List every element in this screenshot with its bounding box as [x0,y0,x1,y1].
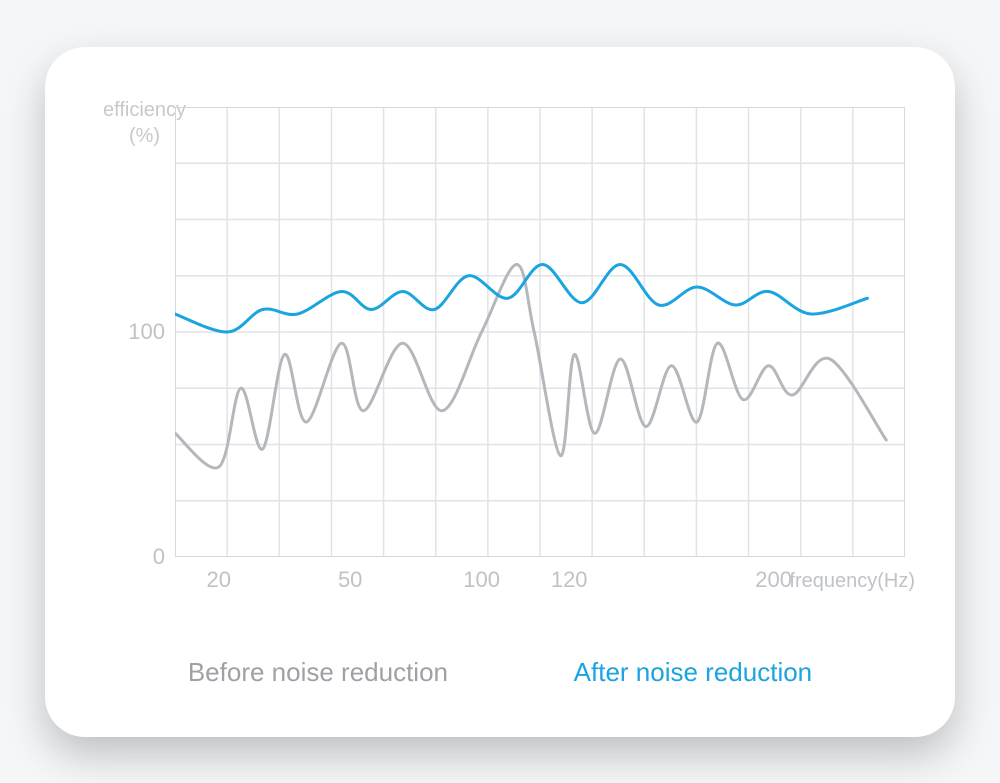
y-axis-label-line1: efficiency [103,99,186,121]
y-tick-100: 100 [115,319,165,345]
legend-before: Before noise reduction [188,657,448,688]
data-lines [175,264,886,468]
y-tick-0: 0 [115,544,165,570]
x-tick-50: 50 [338,567,362,593]
chart-area: efficiency (%) 100 0 20 50 100 120 200 f… [85,97,915,557]
chart-card: efficiency (%) 100 0 20 50 100 120 200 f… [45,47,955,737]
x-tick-200: 200 [755,567,792,593]
x-axis-label: frequency(Hz) [789,570,915,593]
legend-after: After noise reduction [574,657,812,688]
y-axis-label: efficiency (%) [103,97,186,149]
x-tick-20: 20 [207,567,231,593]
x-tick-100: 100 [463,567,500,593]
chart-svg [175,107,905,557]
y-axis-label-line2: (%) [129,125,160,147]
grid-lines [175,107,905,557]
legend: Before noise reduction After noise reduc… [85,657,915,688]
x-tick-120: 120 [551,567,588,593]
plot-region: 100 0 20 50 100 120 200 frequency(Hz) [175,107,905,557]
